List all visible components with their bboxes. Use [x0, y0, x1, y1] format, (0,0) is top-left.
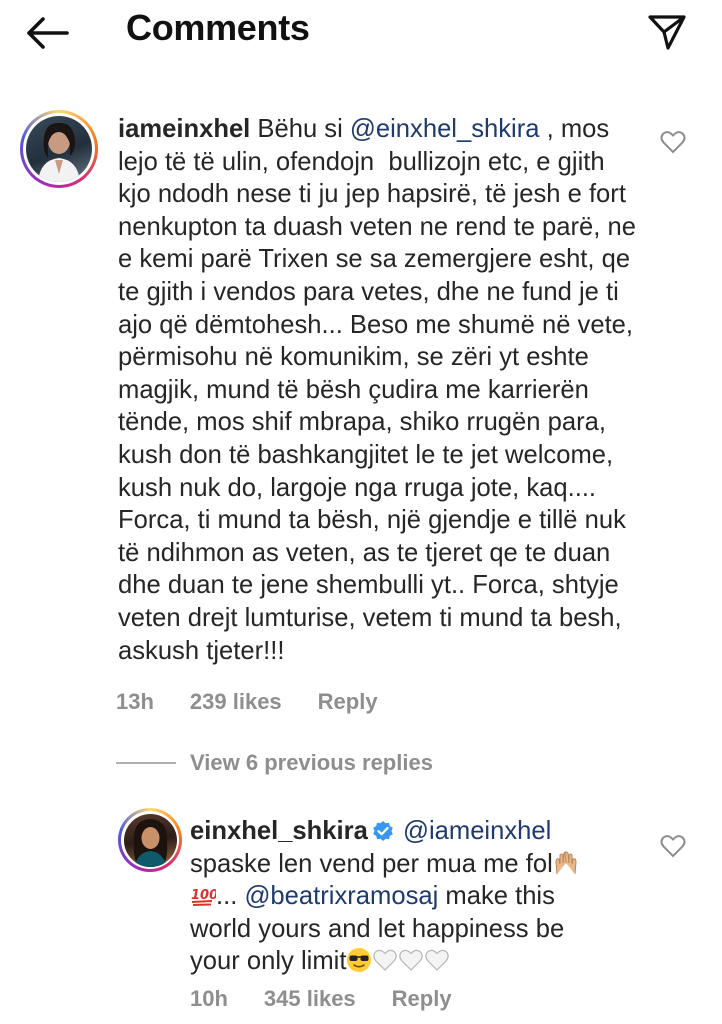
comment-text: , mos lejo të të ulin, ofendojn bullizoj… — [118, 115, 644, 665]
verified-badge-icon — [373, 821, 393, 841]
heart-icon[interactable] — [660, 834, 686, 858]
reply-body: einxhel_shkira @iameinxhel spaske len ve… — [190, 815, 620, 978]
back-button[interactable] — [22, 10, 72, 56]
likes-count[interactable]: 239 likes — [190, 689, 282, 715]
mention-link[interactable]: @iameinxhel — [403, 817, 551, 845]
reply-button[interactable]: Reply — [318, 689, 378, 715]
hundred-points-emoji-icon: 100 — [191, 888, 216, 907]
mention-link[interactable]: @einxhel_shkira — [350, 115, 540, 143]
paper-plane-icon — [648, 15, 686, 50]
arrow-left-icon — [27, 17, 69, 49]
comment-text: spaske len vend per mua me fol — [190, 849, 553, 878]
comment-username[interactable]: iameinxhel — [118, 115, 250, 143]
avatar-ring[interactable] — [118, 808, 182, 872]
view-replies-label: View 6 previous replies — [190, 750, 433, 775]
comment-meta: 13h 239 likes Reply — [116, 689, 378, 715]
divider — [116, 762, 176, 764]
avatar — [123, 813, 177, 867]
avatar — [26, 116, 92, 182]
comment-time: 13h — [116, 689, 154, 714]
comment-time: 10h — [190, 986, 228, 1011]
share-button[interactable] — [642, 10, 692, 54]
comment-body: iameinxhel Bëhu si @einxhel_shkira , mos… — [118, 113, 638, 667]
comment-meta: 10h 345 likes Reply — [190, 986, 452, 1012]
sunglasses-emoji-icon — [347, 948, 372, 973]
white-heart-emoji-icon — [373, 950, 398, 972]
likes-count[interactable]: 345 likes — [264, 986, 356, 1012]
header-bar: Comments — [0, 0, 722, 66]
raising-hands-emoji-icon — [555, 851, 577, 874]
heart-icon[interactable] — [660, 130, 686, 154]
reply-button[interactable]: Reply — [392, 986, 452, 1012]
comment-text: Bëhu si — [257, 115, 350, 143]
view-previous-replies[interactable]: View 6 previous replies — [116, 750, 433, 776]
mention-link[interactable]: @beatrixramosaj — [244, 882, 438, 910]
page-title: Comments — [126, 7, 310, 48]
comment-username[interactable]: einxhel_shkira — [190, 817, 368, 845]
white-heart-emoji-icon — [399, 950, 424, 972]
avatar-ring[interactable] — [20, 110, 98, 188]
comment-text: ... — [216, 882, 245, 911]
white-heart-emoji-icon — [425, 950, 450, 972]
